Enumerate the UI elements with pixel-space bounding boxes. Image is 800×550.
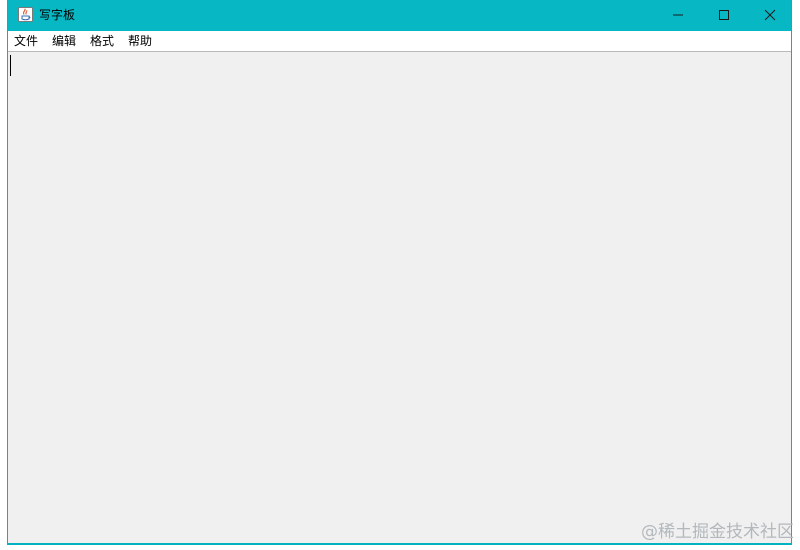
title-bar[interactable]: 写字板	[8, 0, 791, 31]
close-icon	[764, 6, 776, 25]
java-cup-icon[interactable]	[18, 7, 33, 22]
maximize-button[interactable]	[701, 0, 747, 31]
close-button[interactable]	[747, 0, 791, 31]
menu-help[interactable]: 帮助	[121, 31, 159, 51]
watermark: @稀土掘金技术社区	[641, 522, 794, 542]
minimize-icon	[672, 6, 684, 25]
wordpad-window: 写字板 文件 编辑 格式 帮助	[7, 0, 792, 545]
menu-format[interactable]: 格式	[83, 31, 121, 51]
window-title: 写字板	[39, 8, 76, 22]
screen: 写字板 文件 编辑 格式 帮助 @稀土掘金技术社区	[0, 0, 800, 550]
menu-file[interactable]: 文件	[8, 31, 45, 51]
menu-edit[interactable]: 编辑	[45, 31, 83, 51]
text-caret	[10, 55, 11, 76]
maximize-icon	[718, 6, 730, 25]
menu-bar: 文件 编辑 格式 帮助	[8, 31, 791, 51]
text-editor-area[interactable]	[8, 51, 791, 543]
minimize-button[interactable]	[655, 0, 701, 31]
